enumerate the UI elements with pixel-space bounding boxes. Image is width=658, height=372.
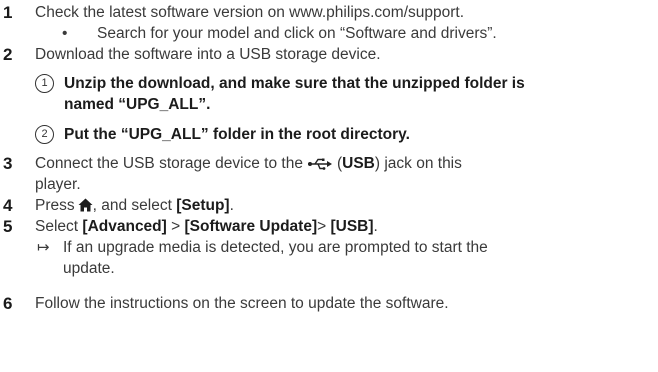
step-text: Follow the instructions on the screen to… <box>35 295 449 312</box>
software-update-label: [Software Update] <box>184 218 318 235</box>
step-text: Press <box>35 197 75 214</box>
step-text: Check the latest software version on www… <box>35 4 465 21</box>
usb-menu-label: [USB] <box>330 218 374 235</box>
circled-number: 2 <box>35 125 54 144</box>
step-number: 2 <box>3 45 13 64</box>
result-arrow-icon: ↦ <box>37 239 50 256</box>
sub-step-text: named “UPG_ALL”. <box>64 96 211 113</box>
step-number: 3 <box>3 154 13 173</box>
bullet: • <box>62 25 68 42</box>
bullet-text: Search for your model and click on “Soft… <box>97 25 497 42</box>
advanced-label: [Advanced] <box>82 218 167 235</box>
step-text: player. <box>35 176 81 193</box>
sub-step-text: Unzip the download, and make sure that t… <box>64 75 525 92</box>
circled-number: 1 <box>35 74 54 93</box>
step-number: 1 <box>3 3 13 22</box>
step-number: 5 <box>3 217 13 236</box>
usb-label: USB <box>342 155 375 172</box>
step-number: 4 <box>3 196 13 215</box>
home-icon <box>78 198 93 212</box>
setup-label: [Setup] <box>176 197 230 214</box>
sub-step-text: Put the “UPG_ALL” folder in the root dir… <box>64 126 410 143</box>
step-text: Download the software into a USB storage… <box>35 46 381 63</box>
step-text: Connect the USB storage device to the <box>35 155 303 172</box>
result-text: If an upgrade media is detected, you are… <box>63 239 488 256</box>
result-text: update. <box>63 260 115 277</box>
step-text: Select <box>35 218 79 235</box>
step-number: 6 <box>3 294 13 313</box>
instruction-document: 1 Check the latest software version on w… <box>3 3 525 313</box>
usb-icon <box>307 158 332 170</box>
